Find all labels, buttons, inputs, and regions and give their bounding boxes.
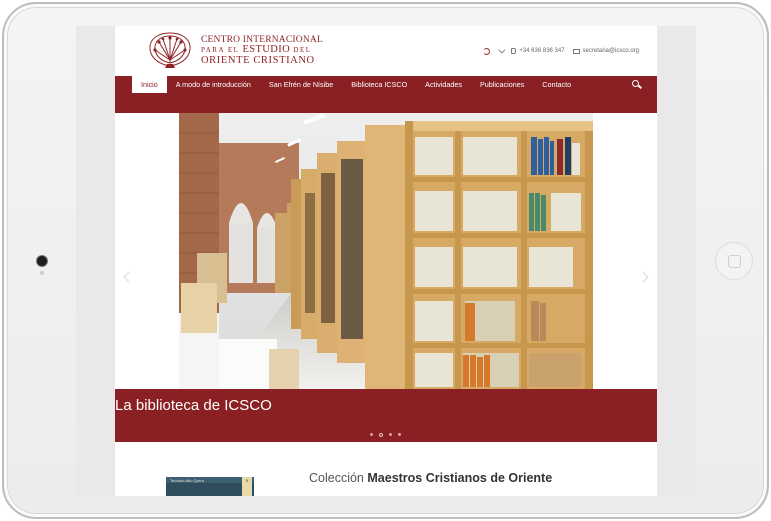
top-contact-bar: +34 636 836 347 secretaria@icsco.org bbox=[483, 45, 639, 57]
collection-title-prefix: Colección bbox=[309, 471, 364, 485]
phone-number: +34 636 836 347 bbox=[519, 48, 565, 54]
logo-text: CENTRO INTERNACIONAL PARA EL ESTUDIO DEL… bbox=[201, 35, 323, 66]
tablet-frame: CENTRO INTERNACIONAL PARA EL ESTUDIO DEL… bbox=[0, 0, 771, 521]
phone-icon bbox=[511, 48, 517, 54]
book-cover-image[interactable]: Teodoro Abu Qurra 5 bbox=[166, 477, 254, 496]
home-button[interactable] bbox=[715, 242, 753, 280]
collection-title: Colección Maestros Cristianos de Oriente bbox=[309, 471, 552, 485]
library-shelves-image bbox=[179, 113, 593, 389]
peacock-emblem-icon bbox=[149, 32, 191, 68]
sensor-dot bbox=[40, 271, 44, 275]
language-icon bbox=[483, 47, 491, 55]
logo-line-2-big: ESTUDIO bbox=[242, 44, 291, 55]
mail-icon bbox=[572, 48, 580, 54]
nav-item-san-efren[interactable]: San Efrén de Nísibe bbox=[260, 76, 342, 93]
camera-icon bbox=[37, 256, 47, 266]
slider-dots bbox=[370, 432, 401, 437]
nav-item-inicio[interactable]: Inicio bbox=[132, 76, 167, 93]
slide-caption: La biblioteca de ICSCO bbox=[115, 397, 272, 414]
nav-item-publicaciones[interactable]: Publicaciones bbox=[471, 76, 533, 93]
nav-item-introduccion[interactable]: A modo de introducción bbox=[167, 76, 260, 93]
phone-contact[interactable]: +34 636 836 347 bbox=[511, 48, 565, 54]
book-title: Teodoro Abu Qurra bbox=[170, 478, 204, 483]
main-nav: Inicio A modo de introducción San Efrén … bbox=[115, 76, 657, 113]
slider-prev-arrow-icon[interactable] bbox=[123, 271, 135, 283]
nav-item-biblioteca[interactable]: Biblioteca ICSCO bbox=[342, 76, 416, 93]
nav-item-actividades[interactable]: Actividades bbox=[416, 76, 471, 93]
slider-dot-active[interactable] bbox=[379, 432, 383, 437]
home-square-icon bbox=[728, 255, 741, 268]
logo-line-2-pre: PARA EL bbox=[201, 46, 240, 54]
screen: CENTRO INTERNACIONAL PARA EL ESTUDIO DEL… bbox=[76, 26, 696, 496]
site-logo[interactable]: CENTRO INTERNACIONAL PARA EL ESTUDIO DEL… bbox=[145, 30, 323, 70]
website: CENTRO INTERNACIONAL PARA EL ESTUDIO DEL… bbox=[115, 26, 657, 496]
book-number: 5 bbox=[242, 477, 252, 496]
email-contact[interactable]: secretaria@icsco.org bbox=[572, 48, 639, 54]
slider-next-arrow-icon[interactable] bbox=[637, 271, 649, 283]
chevron-down-icon bbox=[498, 46, 506, 54]
logo-line-2: PARA EL ESTUDIO DEL bbox=[201, 44, 321, 55]
site-header: CENTRO INTERNACIONAL PARA EL ESTUDIO DEL… bbox=[115, 26, 657, 76]
nav-items: Inicio A modo de introducción San Efrén … bbox=[132, 76, 580, 93]
slider-dot[interactable] bbox=[398, 433, 401, 436]
hero-slider: La biblioteca de ICSCO bbox=[115, 113, 657, 442]
nav-item-contacto[interactable]: Contacto bbox=[533, 76, 580, 93]
logo-line-3: ORIENTE CRISTIANO bbox=[201, 55, 315, 66]
slider-dot[interactable] bbox=[389, 433, 392, 436]
collection-title-bold: Maestros Cristianos de Oriente bbox=[367, 471, 553, 485]
slider-dot[interactable] bbox=[370, 433, 373, 436]
logo-line-2-post: DEL bbox=[293, 46, 312, 54]
library-photo bbox=[179, 113, 593, 389]
email-address: secretaria@icsco.org bbox=[582, 48, 639, 54]
collection-section: Teodoro Abu Qurra 5 Colección Maestros C… bbox=[115, 442, 657, 496]
search-icon[interactable] bbox=[632, 80, 639, 87]
language-selector[interactable] bbox=[483, 46, 506, 55]
